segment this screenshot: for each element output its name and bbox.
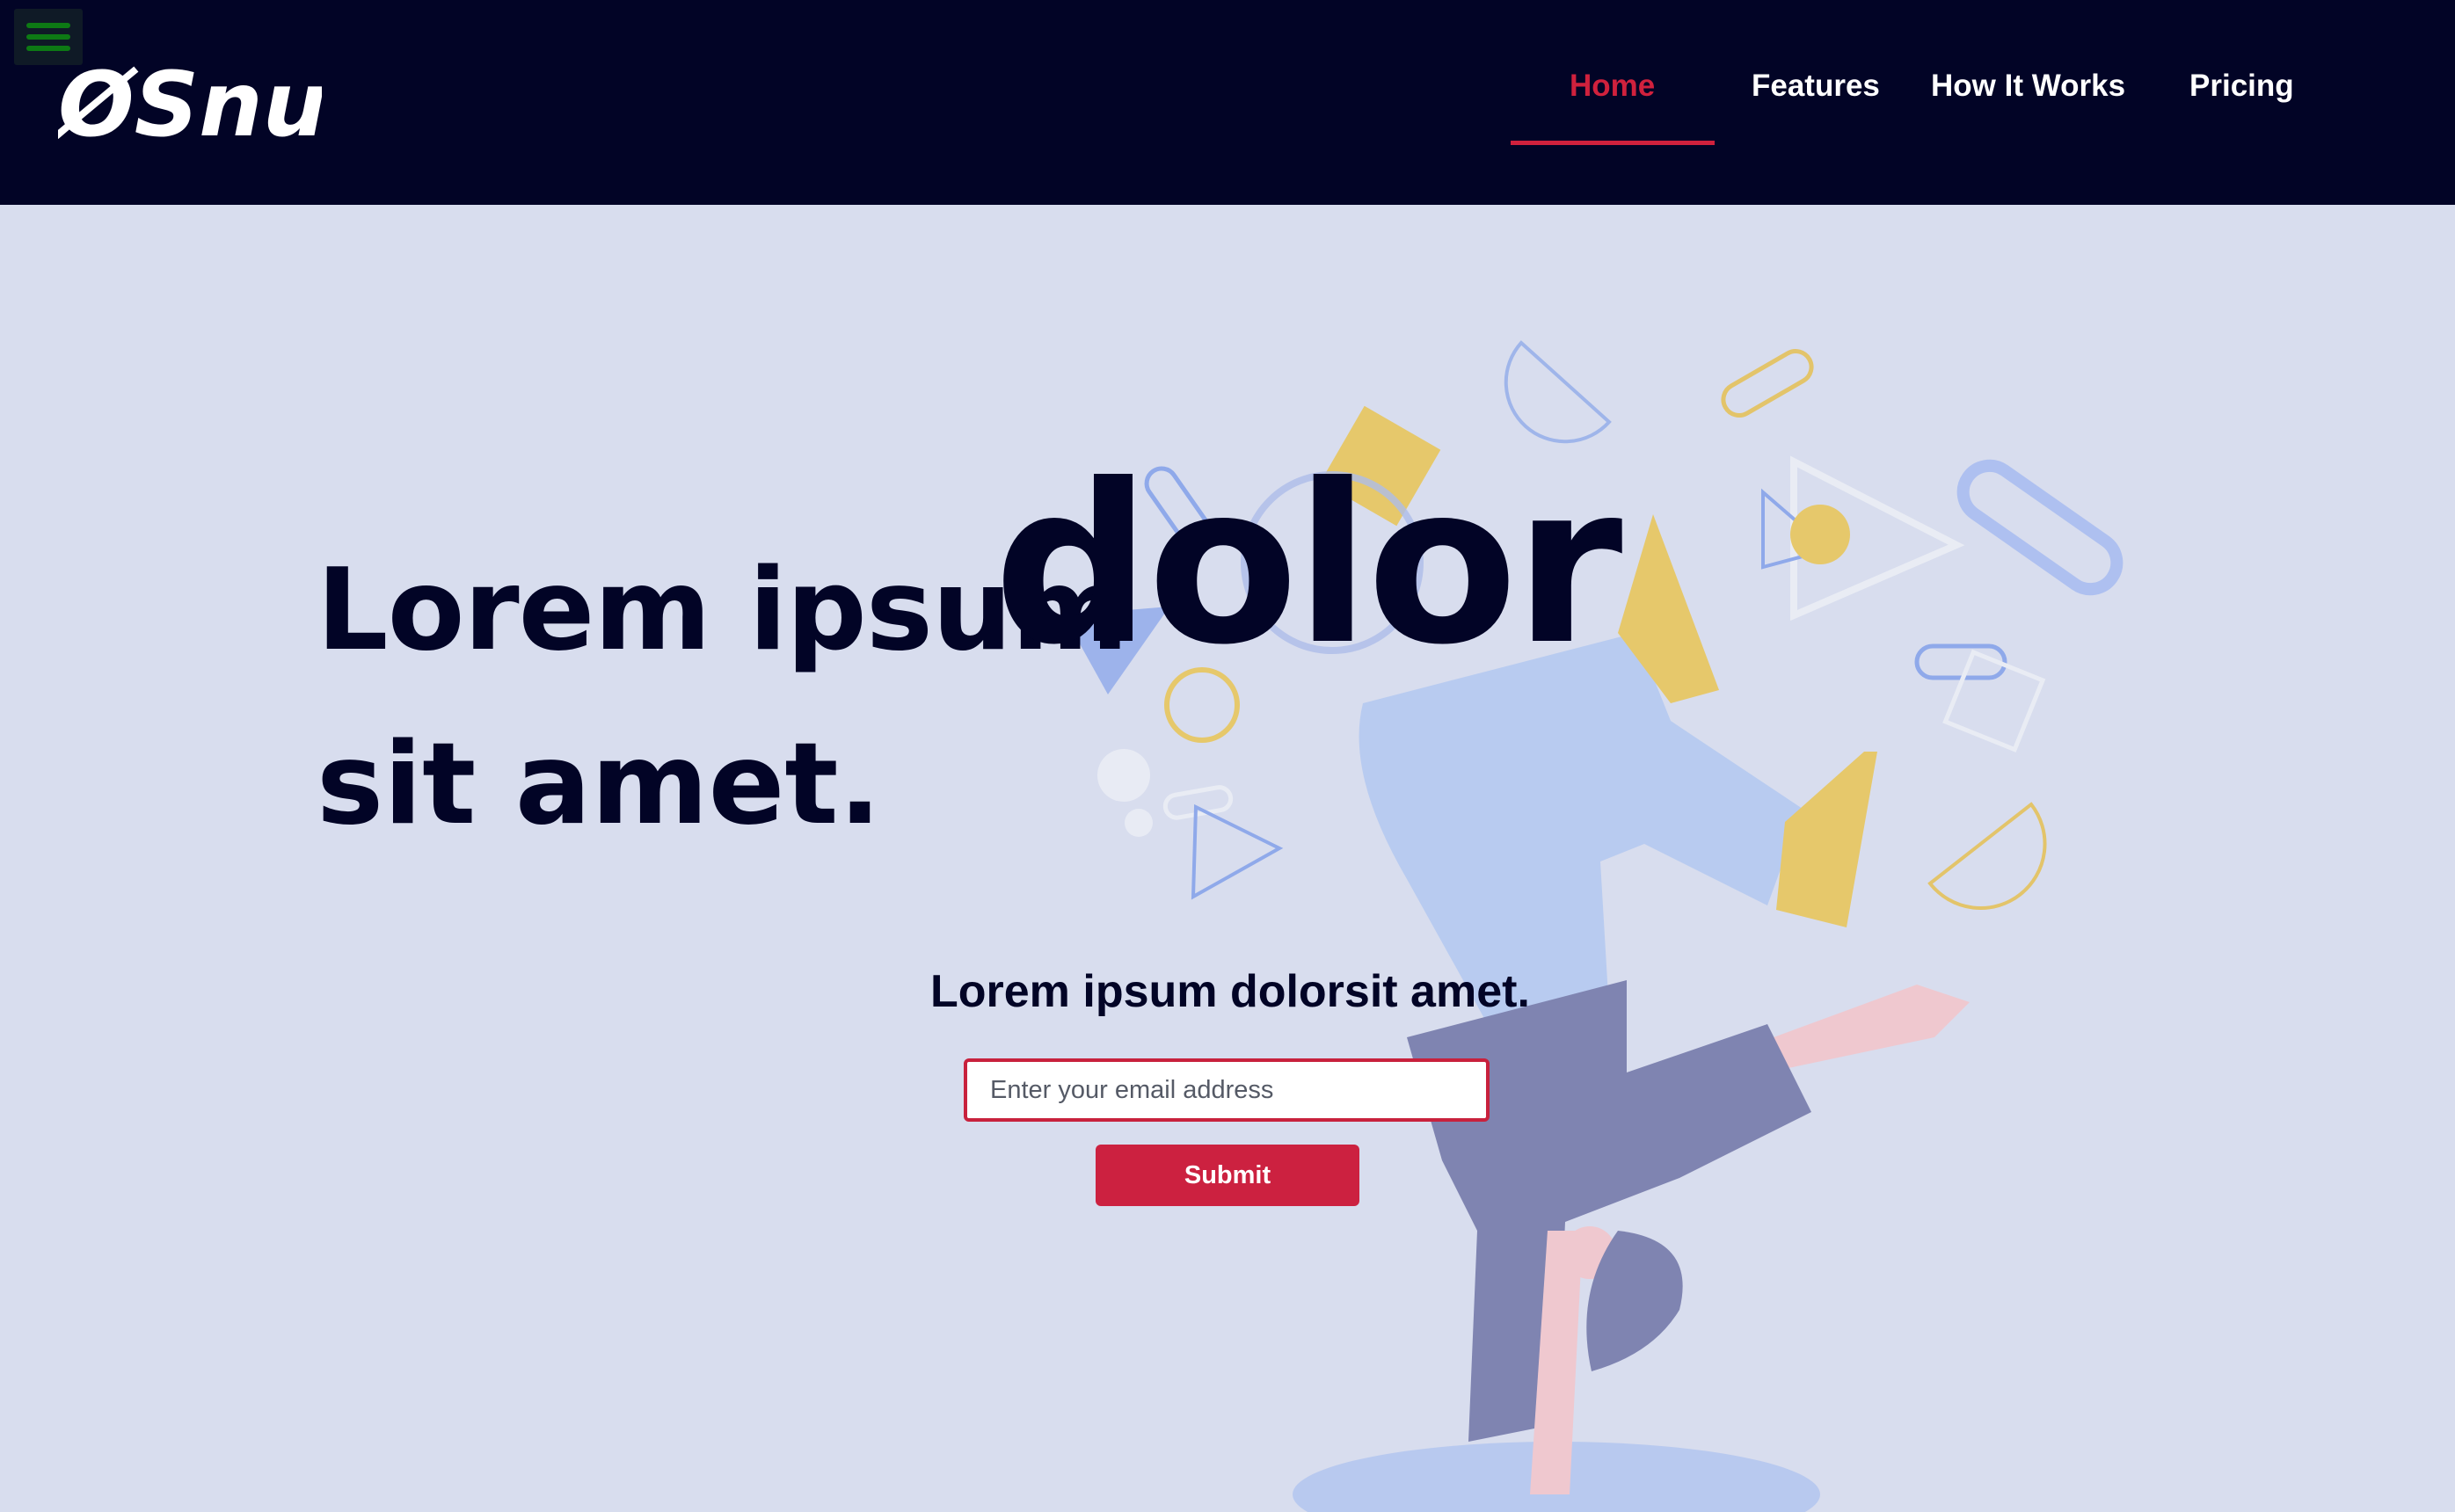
figure-foot (1776, 752, 1877, 927)
nav-home[interactable]: Home (1570, 69, 1655, 104)
pill-shape (1721, 349, 1814, 418)
hamburger-bar (26, 46, 70, 51)
submit-button[interactable]: Submit (1096, 1145, 1359, 1206)
semicircle-shape (1504, 340, 1612, 444)
hero-heading-emphasis: dolor (994, 437, 1622, 693)
email-input[interactable] (964, 1058, 1490, 1122)
site-header: ØSnull Home Features How It Works Pricin… (0, 0, 2455, 205)
nav-features[interactable]: Features (1752, 69, 1880, 104)
pill-shape (1162, 785, 1234, 820)
dot-shape (1790, 505, 1850, 564)
pill-shape (1956, 459, 2124, 596)
dot-shape (1097, 749, 1150, 802)
triangle-shape (1191, 803, 1284, 900)
nav-pricing[interactable]: Pricing (2189, 69, 2294, 104)
hamburger-bar (26, 23, 70, 28)
hero-heading-line2: sit amet. (317, 719, 882, 850)
semicircle-shape (1927, 802, 2047, 910)
hamburger-bar (26, 34, 70, 40)
logo[interactable]: ØSnull (58, 55, 322, 151)
figure-shirt (1407, 980, 1811, 1442)
square-shape (1942, 649, 2046, 752)
dot-shape (1125, 809, 1153, 837)
nav-how-it-works[interactable]: How It Works (1931, 69, 2125, 104)
logo-text: ØSnull (58, 55, 322, 151)
nav-active-indicator (1511, 141, 1715, 145)
signup-subtitle: Lorem ipsum dolorsit amet. (930, 966, 1530, 1017)
